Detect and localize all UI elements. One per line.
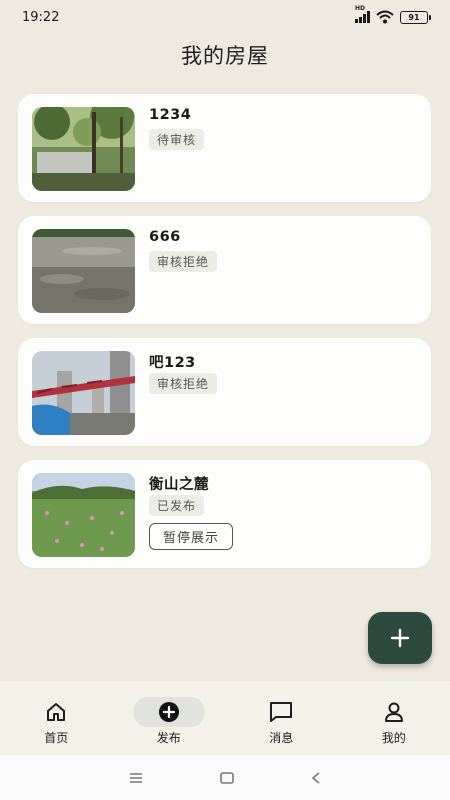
status-badge: 审核拒绝 — [149, 251, 218, 272]
user-icon — [384, 702, 403, 722]
house-card[interactable]: 衡山之麓 已发布 暂停展示 — [18, 460, 431, 568]
house-thumbnail-garden — [32, 107, 135, 191]
nav-item-home[interactable]: 首页 — [0, 681, 113, 755]
page-title: 我的房屋 — [181, 44, 269, 68]
nav-label-publish: 发布 — [156, 731, 181, 745]
house-title: 666 — [149, 229, 181, 245]
battery-level: 91 — [408, 12, 420, 22]
nav-label-home: 首页 — [44, 731, 69, 745]
back-icon[interactable] — [310, 771, 322, 785]
house-title: 衡山之麓 — [149, 477, 209, 493]
nav-label-messages: 消息 — [269, 731, 294, 745]
nav-item-publish[interactable]: 发布 — [113, 681, 226, 755]
house-card[interactable]: 666 审核拒绝 — [18, 216, 431, 324]
status-badge: 已发布 — [149, 495, 205, 516]
status-badge: 待审核 — [149, 129, 205, 150]
home-square-icon[interactable] — [219, 771, 235, 785]
nav-item-profile[interactable]: 我的 — [338, 681, 450, 755]
nav-item-messages[interactable]: 消息 — [225, 681, 338, 755]
system-nav-bar — [0, 755, 450, 800]
house-thumbnail-water — [32, 229, 135, 313]
message-icon — [270, 702, 293, 722]
battery-icon: 91 — [400, 10, 431, 24]
house-thumbnail-construction — [32, 351, 135, 435]
house-title: 吧123 — [149, 355, 196, 371]
bottom-nav: 首页 发布 消息 我的 — [0, 681, 450, 755]
plus-icon — [390, 628, 410, 648]
house-thumbnail-field — [32, 473, 135, 557]
house-title: 1234 — [149, 107, 192, 123]
status-indicators: HD 91 — [355, 5, 431, 24]
status-time: 19:22 — [22, 9, 60, 25]
network-label: HD — [355, 5, 366, 12]
house-card[interactable]: 1234 待审核 — [18, 94, 431, 202]
house-card[interactable]: 吧123 审核拒绝 — [18, 338, 431, 446]
home-icon — [47, 703, 66, 721]
pause-display-button[interactable]: 暂停展示 — [149, 523, 234, 550]
add-house-button[interactable] — [368, 612, 432, 664]
nav-label-profile: 我的 — [381, 731, 406, 745]
menu-icon[interactable] — [128, 772, 144, 784]
status-bar: 19:22 HD 91 — [0, 0, 450, 34]
signal-icon: HD — [355, 5, 370, 23]
status-badge: 审核拒绝 — [149, 373, 218, 394]
add-circle-icon — [158, 702, 179, 722]
wifi-icon — [376, 10, 394, 24]
